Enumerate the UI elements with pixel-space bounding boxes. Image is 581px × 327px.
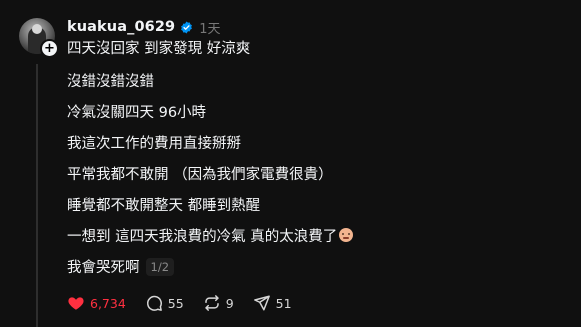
send-icon (253, 295, 270, 311)
like-button[interactable]: 6,734 (67, 294, 126, 312)
post-text-line-1: 四天沒回家 到家發現 好涼爽 (67, 41, 251, 57)
share-button[interactable]: 51 (253, 294, 292, 312)
post-text-line-7-wrap: 一想到 這四天我浪費的冷氣 真的太浪費了 (67, 227, 354, 247)
post-text-line-8-wrap: 我會哭死啊 1/2 (67, 258, 175, 278)
comment-bubble-icon (146, 295, 162, 311)
comment-count: 55 (167, 295, 184, 311)
heart-icon (68, 297, 84, 310)
username[interactable]: kuakua_0629 (67, 19, 175, 35)
post-text-line-5: 平常我都不敢開 （因為我們家電費很貴） (67, 167, 333, 183)
verified-badge-icon (181, 21, 193, 33)
thread-post: + kuakua_0629 1天 四天沒回家 到家發現 好涼爽 沒錯沒錯沒錯 冷… (0, 0, 581, 327)
post-text-line-2: 沒錯沒錯沒錯 (67, 74, 154, 90)
post-text-line-6: 睡覺都不敢開整天 都睡到熱醒 (67, 198, 261, 214)
follow-plus-icon[interactable]: + (40, 39, 59, 58)
share-count: 51 (275, 295, 292, 311)
post-text-line-7: 一想到 這四天我浪費的冷氣 真的太浪費了 (67, 229, 338, 245)
post-text-line-4: 我這次工作的費用直接掰掰 (67, 136, 241, 152)
post-header: kuakua_0629 1天 (67, 17, 221, 37)
thread-line (36, 64, 38, 327)
action-bar: 6,734 55 9 51 (67, 293, 311, 313)
post-text-line-3: 冷氣沒關四天 96小時 (67, 105, 207, 121)
avatar-head (32, 24, 42, 34)
page-indicator: 1/2 (145, 258, 175, 276)
repost-count: 9 (225, 295, 234, 311)
comment-button[interactable]: 55 (145, 294, 184, 312)
repost-button[interactable]: 9 (203, 294, 234, 312)
repost-icon (204, 295, 219, 311)
pleading-face-emoji (339, 228, 354, 242)
timestamp[interactable]: 1天 (199, 18, 220, 37)
post-text-line-8: 我會哭死啊 (67, 260, 140, 276)
like-count: 6,734 (90, 295, 126, 311)
